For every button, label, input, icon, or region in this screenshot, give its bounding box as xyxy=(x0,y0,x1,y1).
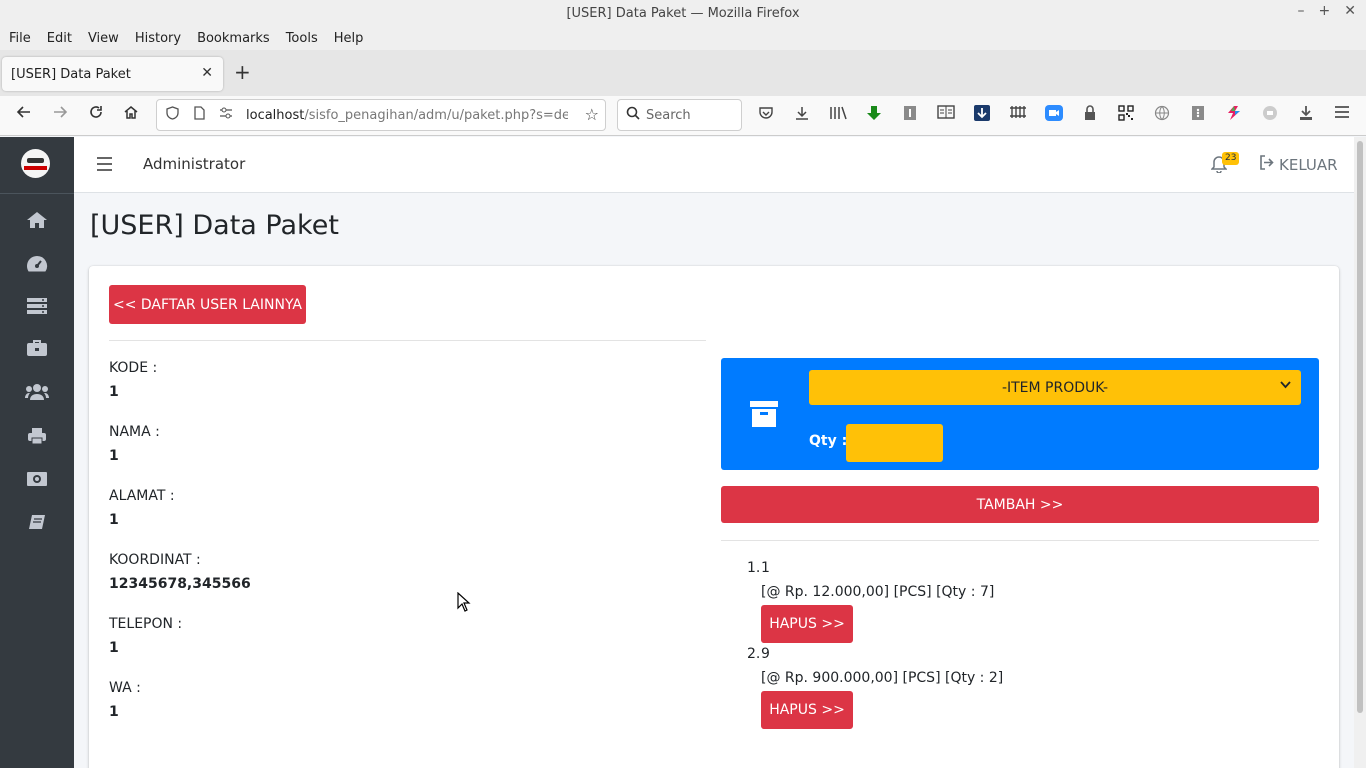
zoom-extension-icon[interactable] xyxy=(1044,105,1064,125)
logout-link[interactable]: KELUAR xyxy=(1259,155,1338,174)
back-icon[interactable] xyxy=(12,104,36,126)
bookmark-star-icon[interactable]: ☆ xyxy=(585,105,599,124)
permissions-icon[interactable] xyxy=(214,107,238,123)
list-item-number: 1. xyxy=(747,560,761,576)
list-item-name: 9 xyxy=(761,646,770,662)
sidebar xyxy=(0,137,74,768)
hamburger-menu-icon[interactable] xyxy=(1332,105,1352,125)
pocket-icon[interactable] xyxy=(756,105,776,125)
logout-label: KELUAR xyxy=(1279,155,1338,174)
record-icon[interactable] xyxy=(1260,105,1280,125)
green-arrow-icon[interactable] xyxy=(864,105,884,125)
download-manager-icon[interactable] xyxy=(972,105,992,125)
minimize-button[interactable]: – xyxy=(1298,3,1305,19)
menu-view[interactable]: View xyxy=(82,31,125,46)
menu-edit[interactable]: Edit xyxy=(41,31,78,46)
menu-tools[interactable]: Tools xyxy=(280,31,324,46)
field-value-kode: 1 xyxy=(109,384,119,400)
users-icon[interactable] xyxy=(24,381,50,403)
brand-logo[interactable] xyxy=(21,149,50,178)
tab-close-icon[interactable]: ✕ xyxy=(201,65,213,81)
divider-left xyxy=(109,340,706,341)
window-titlebar: [USER] Data Paket — Mozilla Firefox – + … xyxy=(0,0,1366,26)
product-select-value: -ITEM PRODUK- xyxy=(1001,379,1109,396)
save-download-icon[interactable] xyxy=(1296,105,1316,125)
delete-item-button[interactable]: HAPUS >> xyxy=(761,691,853,729)
colorful-extension-icon[interactable] xyxy=(1224,105,1244,125)
maximize-button[interactable]: + xyxy=(1319,3,1331,19)
window-title: [USER] Data Paket — Mozilla Firefox xyxy=(566,5,800,21)
library-icon[interactable] xyxy=(828,105,848,125)
server-icon[interactable] xyxy=(24,295,50,317)
downloads-icon[interactable] xyxy=(792,105,812,125)
list-item-name: 1 xyxy=(761,560,770,576)
navbar-title: Administrator xyxy=(143,155,246,173)
sidebar-divider xyxy=(0,193,74,194)
mouse-cursor-icon xyxy=(457,591,471,612)
field-label-kode: KODE : xyxy=(109,360,158,376)
search-icon xyxy=(626,106,640,124)
field-label-wa: WA : xyxy=(109,680,141,696)
page-title: [USER] Data Paket xyxy=(90,210,339,241)
field-value-alamat: 1 xyxy=(109,512,119,528)
table-extension-icon[interactable] xyxy=(1008,105,1028,125)
money-icon[interactable] xyxy=(24,468,50,490)
product-select[interactable]: -ITEM PRODUK- xyxy=(809,370,1301,405)
back-to-user-list-button[interactable]: << DAFTAR USER LAINNYA xyxy=(109,285,306,324)
list-item-detail: [@ Rp. 12.000,00] [PCS] [Qty : 7] xyxy=(761,584,995,600)
divider-right xyxy=(721,540,1319,541)
reader-view-icon[interactable] xyxy=(936,105,956,125)
menu-help[interactable]: Help xyxy=(328,31,370,46)
new-tab-button[interactable]: + xyxy=(234,60,251,84)
field-value-koordinat: 12345678,345566 xyxy=(109,576,251,592)
menu-history[interactable]: History xyxy=(129,31,187,46)
book-icon[interactable] xyxy=(24,511,50,533)
shield-icon[interactable] xyxy=(160,106,184,124)
home-button-icon[interactable] xyxy=(119,104,143,126)
field-value-nama: 1 xyxy=(109,448,119,464)
menu-toggle-icon[interactable] xyxy=(97,157,112,171)
lock-icon[interactable] xyxy=(1080,105,1100,125)
tab-bar: [USER] Data Paket ✕ xyxy=(0,50,1366,96)
add-button[interactable]: TAMBAH >> xyxy=(721,486,1319,523)
delete-item-button[interactable]: HAPUS >> xyxy=(761,605,853,643)
list-item-detail: [@ Rp. 900.000,00] [PCS] [Qty : 2] xyxy=(761,670,1004,686)
menubar: File Edit View History Bookmarks Tools H… xyxy=(0,26,1366,50)
search-input[interactable]: Search xyxy=(617,99,742,131)
briefcase-icon[interactable] xyxy=(24,337,50,359)
reload-icon[interactable] xyxy=(84,104,108,126)
page-info-icon[interactable] xyxy=(187,106,211,124)
home-icon[interactable] xyxy=(24,209,50,231)
extension-grey-icon[interactable] xyxy=(900,105,920,125)
menu-file[interactable]: File xyxy=(3,31,37,46)
qty-label: Qty : xyxy=(809,433,848,449)
field-value-telepon: 1 xyxy=(109,640,119,656)
page-scrollbar-thumb[interactable] xyxy=(1357,141,1363,713)
dashboard-icon[interactable] xyxy=(24,253,50,275)
browser-tab[interactable]: [USER] Data Paket ✕ xyxy=(2,57,223,91)
archive-icon xyxy=(750,401,778,427)
field-label-alamat: ALAMAT : xyxy=(109,488,175,504)
top-navbar: Administrator xyxy=(74,137,1354,193)
qr-code-icon[interactable] xyxy=(1116,105,1136,125)
field-label-telepon: TELEPON : xyxy=(109,616,183,632)
forward-icon[interactable] xyxy=(48,104,72,126)
qty-input[interactable] xyxy=(846,424,943,462)
notification-badge: 23 xyxy=(1222,152,1240,165)
sign-out-icon xyxy=(1259,155,1274,174)
url-bar[interactable]: localhost/sisfo_penagihan/adm/u/paket.ph… xyxy=(156,99,606,131)
list-item-number: 2. xyxy=(747,646,761,662)
field-value-wa: 1 xyxy=(109,704,119,720)
tab-title: [USER] Data Paket xyxy=(11,66,131,82)
chevron-down-icon xyxy=(1280,379,1291,392)
url-text[interactable]: localhost/sisfo_penagihan/adm/u/paket.ph… xyxy=(246,108,568,123)
extension-menu-icon[interactable] xyxy=(1188,105,1208,125)
menu-bookmarks[interactable]: Bookmarks xyxy=(191,31,276,46)
field-label-nama: NAMA : xyxy=(109,424,160,440)
field-label-koordinat: KOORDINAT : xyxy=(109,552,201,568)
print-icon[interactable] xyxy=(24,425,50,447)
globe-icon[interactable] xyxy=(1152,105,1172,125)
close-window-button[interactable]: ✕ xyxy=(1344,3,1356,19)
